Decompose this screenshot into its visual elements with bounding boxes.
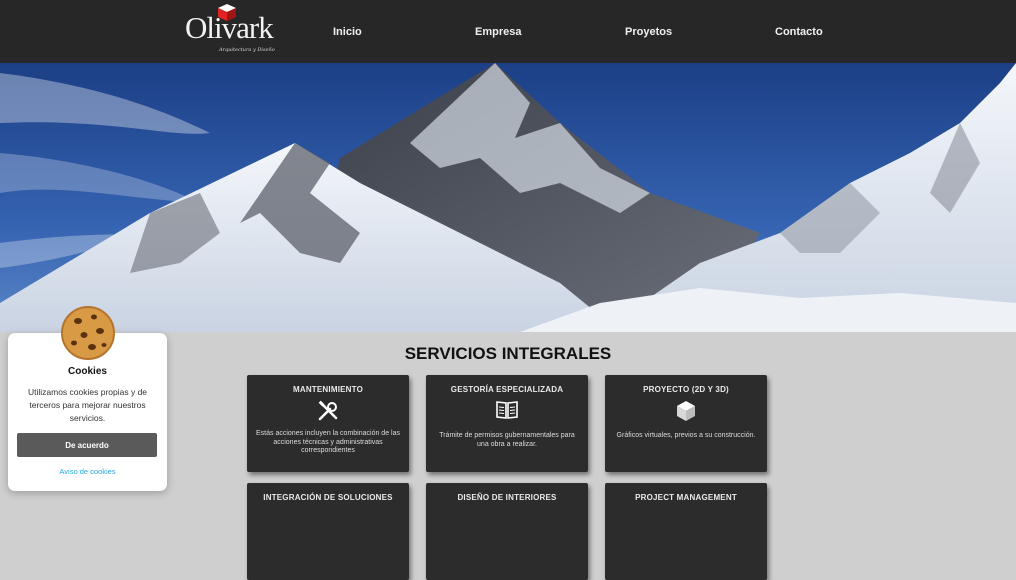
nav-link-empresa[interactable]: Empresa: [475, 26, 521, 38]
service-card-title: GESTORÍA ESPECIALIZADA: [450, 385, 564, 394]
cookie-title: Cookies: [68, 366, 107, 377]
top-navbar: Olivark Arquitectura y Diseño Inicio Emp…: [0, 0, 1016, 63]
nav-link-contacto[interactable]: Contacto: [775, 26, 823, 38]
service-card-mantenimiento[interactable]: MANTENIMIENTO Estás acciones incluyen la…: [247, 375, 409, 472]
cookie-accept-button[interactable]: De acuerdo: [17, 433, 157, 457]
nav-link-inicio[interactable]: Inicio: [333, 26, 362, 38]
service-card-desc: Gráficos virtuales, previos a su constru…: [616, 432, 756, 439]
service-card-title: INTEGRACIÓN DE SOLUCIONES: [263, 493, 393, 502]
service-card-diseno-interiores[interactable]: DISEÑO DE INTERIORES: [426, 483, 588, 580]
site-logo[interactable]: Olivark Arquitectura y Diseño: [185, 4, 280, 56]
service-card-title: PROYECTO (2D Y 3D): [643, 385, 729, 394]
cube-icon: [677, 401, 695, 421]
service-card-title: DISEÑO DE INTERIORES: [457, 493, 557, 502]
service-card-integracion[interactable]: INTEGRACIÓN DE SOLUCIONES: [247, 483, 409, 580]
tools-icon: [318, 400, 338, 421]
service-card-proyecto[interactable]: PROYECTO (2D Y 3D) Gráficos virtuales, p…: [605, 375, 767, 472]
logo-tagline: Arquitectura y Diseño: [219, 47, 275, 53]
cookie-policy-link[interactable]: Aviso de cookies: [8, 467, 167, 476]
mountain-illustration: [0, 63, 1016, 332]
service-card-title: PROJECT MANAGEMENT: [635, 493, 737, 502]
cookie-banner: Cookies Utilizamos cookies propias y de …: [8, 306, 167, 491]
service-card-project-management[interactable]: PROJECT MANAGEMENT: [605, 483, 767, 580]
hero-mountain-image: [0, 63, 1016, 332]
service-card-desc: Estás acciones incluyen la combinación d…: [256, 430, 400, 454]
service-card-gestoria[interactable]: GESTORÍA ESPECIALIZADA Trámite de permis…: [426, 375, 588, 472]
cookie-text: Utilizamos cookies propias y de terceros…: [27, 387, 148, 423]
nav-link-proyetos[interactable]: Proyetos: [625, 26, 672, 38]
cookie-icon: [61, 306, 115, 360]
service-card-desc: Trámite de permisos gubernamentales para…: [439, 432, 575, 448]
logo-wordmark: Olivark: [185, 10, 274, 45]
service-card-title: MANTENIMIENTO: [292, 385, 363, 394]
book-icon: [496, 401, 518, 419]
